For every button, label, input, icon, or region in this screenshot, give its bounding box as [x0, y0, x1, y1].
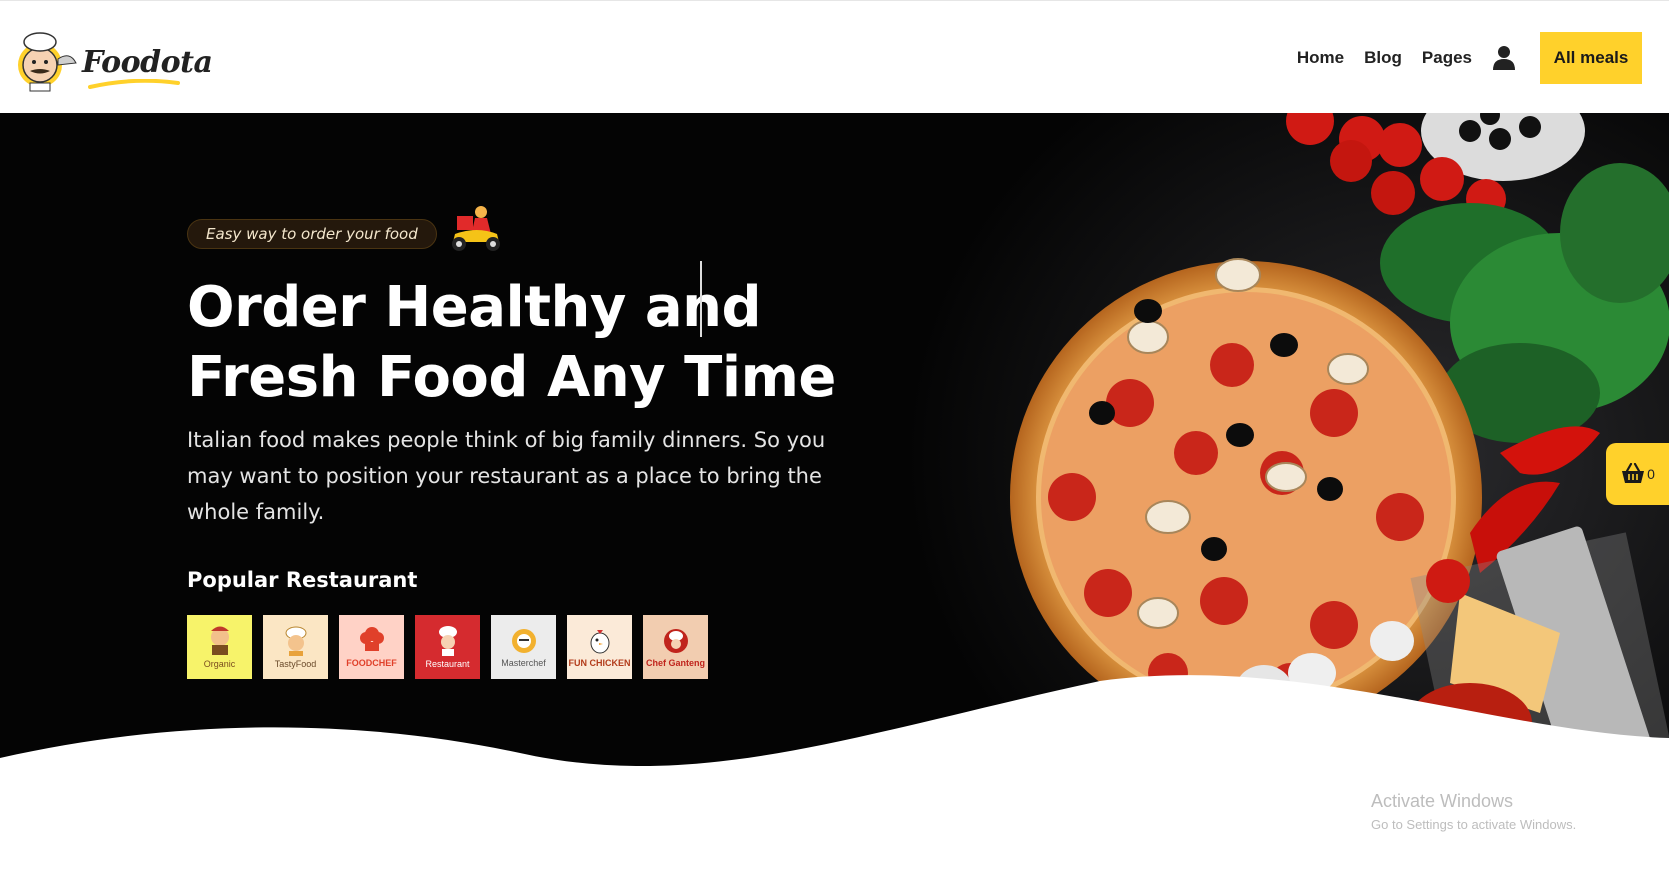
site-header: Foodota Home Blog Pages All meals — [0, 0, 1669, 113]
restaurant-logo-masterchef[interactable]: Masterchef — [491, 615, 556, 679]
headline-line-1: Order Healthy and — [187, 275, 762, 340]
masterchef-emblem-icon — [511, 629, 536, 653]
nav-home[interactable]: Home — [1297, 48, 1344, 68]
restaurant-chef-icon — [438, 626, 457, 656]
logo[interactable]: Foodota — [12, 29, 213, 93]
restaurant-logo-restaurant[interactable]: Restaurant — [415, 615, 480, 679]
hero-section: Easy way to order your food Order Health… — [0, 113, 1669, 879]
chef-ganteng-icon — [663, 629, 688, 653]
restaurant-label: Masterchef — [501, 658, 546, 668]
cart-count: 0 — [1647, 466, 1655, 482]
nav-pages[interactable]: Pages — [1422, 48, 1472, 68]
organic-chef-icon — [210, 626, 229, 655]
restaurant-logo-fun-chicken[interactable]: FUN CHICKEN — [567, 615, 632, 679]
user-icon[interactable] — [1492, 45, 1516, 71]
restaurant-label: Chef Ganteng — [645, 658, 705, 668]
chicken-icon — [590, 630, 609, 654]
headline-line-2: Fresh Food Any Time — [187, 345, 836, 410]
nav-blog[interactable]: Blog — [1364, 48, 1402, 68]
restaurant-label: FOODCHEF — [346, 658, 397, 668]
main-nav: Home Blog Pages All meals — [1297, 1, 1669, 114]
activation-watermark-title: Activate Windows — [1371, 791, 1514, 811]
restaurant-label: TastyFood — [274, 659, 317, 669]
activation-watermark-subtitle: Go to Settings to activate Windows. — [1371, 817, 1577, 832]
tagline-row: Easy way to order your food — [187, 206, 505, 254]
hero-headline: Order Healthy and Fresh Food Any Time — [187, 273, 867, 413]
popular-restaurant-title: Popular Restaurant — [187, 568, 418, 592]
logo-text: Foodota — [82, 45, 213, 80]
foodchef-hat-icon — [359, 627, 384, 651]
restaurant-logo-organic[interactable]: Organic — [187, 615, 252, 679]
all-meals-button[interactable]: All meals — [1540, 31, 1642, 84]
chef-mascot-icon — [18, 32, 77, 92]
tastyfood-chef-icon — [285, 626, 306, 656]
hero-description: Italian food makes people think of big f… — [187, 428, 826, 524]
tagline-pill: Easy way to order your food — [187, 219, 437, 249]
text-caret — [700, 261, 702, 337]
cart-button[interactable]: 0 — [1606, 443, 1669, 505]
restaurant-logo-tastyfood[interactable]: TastyFood — [263, 615, 328, 679]
restaurant-label: Organic — [203, 659, 236, 669]
restaurant-label: FUN CHICKEN — [568, 658, 631, 668]
restaurant-logo-foodchef[interactable]: FOODCHEF — [339, 615, 404, 679]
logo-swoosh — [88, 79, 180, 89]
restaurant-label: Restaurant — [425, 659, 470, 669]
delivery-scooter-icon — [451, 206, 500, 251]
restaurant-logo-chef-ganteng[interactable]: Chef Ganteng — [643, 615, 708, 679]
restaurant-logos: Organic TastyFood FOODCHEF Restaurant Ma… — [187, 615, 708, 679]
basket-icon — [1622, 463, 1645, 483]
